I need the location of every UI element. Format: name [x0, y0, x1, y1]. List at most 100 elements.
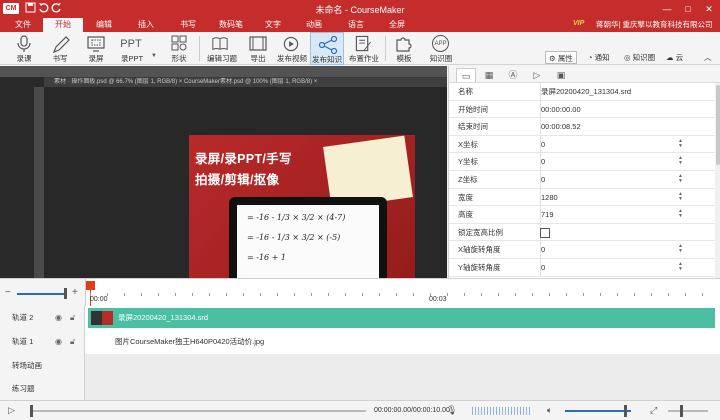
- edit-exercise-button[interactable]: 编辑习题: [203, 32, 241, 65]
- template-button[interactable]: 模板: [387, 32, 421, 65]
- menu-language[interactable]: 语言: [336, 18, 376, 32]
- play-icon[interactable]: ▷: [527, 68, 547, 82]
- volume-icon[interactable]: 🔈︎: [547, 405, 552, 416]
- property-row: 开始时间 00:00:00.00: [449, 100, 720, 119]
- embedded-app-toolbar: [0, 66, 447, 77]
- collapse-ribbon-chevron-icon[interactable]: ︿: [704, 51, 712, 64]
- property-value[interactable]: 719: [541, 206, 554, 223]
- property-key: Y轴旋转角度: [458, 263, 501, 272]
- spinner-arrows-icon[interactable]: ▲ ▼: [678, 156, 683, 166]
- property-value[interactable]: 录屏20200420_131304.srd: [541, 83, 631, 100]
- ruler-tick: [685, 293, 686, 296]
- menu-write[interactable]: 书写: [168, 18, 208, 32]
- tab-knowledge-circle[interactable]: ◎ 知识圈: [624, 51, 655, 64]
- lock-ratio-checkbox[interactable]: [540, 227, 550, 238]
- menu-start[interactable]: 开始: [43, 18, 83, 32]
- spinner-arrows-icon[interactable]: ▲ ▼: [678, 191, 683, 202]
- edit-doc-icon: [355, 35, 371, 52]
- maximize-icon[interactable]: □: [679, 1, 697, 17]
- menu-insert[interactable]: 插入: [126, 18, 166, 32]
- shape-button[interactable]: 形状: [162, 32, 196, 65]
- menu-fullscreen[interactable]: 全屏: [377, 18, 417, 32]
- user-account[interactable]: 蒋朝华| 重庆擎以教育科技有限公司: [596, 18, 713, 32]
- write-button[interactable]: 书写: [43, 32, 77, 65]
- property-row: 名称 录屏20200420_131304.srd: [449, 83, 720, 101]
- export-button[interactable]: 导出: [241, 32, 275, 65]
- track-name: 轨道 1: [12, 337, 34, 346]
- lock-icon[interactable]: 🔓︎: [70, 337, 75, 347]
- menu-text[interactable]: 文字: [253, 18, 293, 32]
- record-screen-button[interactable]: 录屏: [79, 32, 113, 65]
- publish-video-button[interactable]: 发布视频: [274, 32, 310, 65]
- volume-slider[interactable]: [565, 410, 631, 412]
- zoom-out-button[interactable]: −: [5, 287, 11, 298]
- video-clip[interactable]: 录屏20200420_131304.srd: [88, 308, 715, 328]
- spinner-arrows-icon[interactable]: ▲ ▼: [678, 174, 683, 184]
- microphone-icon[interactable]: 🎙︎: [446, 405, 457, 416]
- spinner-arrows-icon[interactable]: ▲ ▼: [678, 209, 683, 219]
- play-icon[interactable]: ▷: [8, 405, 15, 416]
- property-value[interactable]: 0: [541, 259, 545, 276]
- time-ruler[interactable]: 00:00 00:03: [85, 279, 720, 307]
- spinner-arrows-icon[interactable]: ▲ ▼: [678, 262, 683, 272]
- zoom-in-button[interactable]: +: [72, 287, 78, 298]
- playback-progress[interactable]: [30, 410, 366, 412]
- property-value[interactable]: 0: [541, 153, 545, 170]
- ruler-tick: [328, 293, 329, 296]
- knowledge-circle-button[interactable]: APP 知识圈: [424, 32, 458, 65]
- tab-properties[interactable]: ⚙ 属性: [545, 51, 577, 64]
- minimize-icon[interactable]: —: [658, 1, 676, 17]
- promo-line-2: 拍摄/剪辑/抠像: [195, 173, 280, 187]
- redo-icon[interactable]: [50, 2, 62, 14]
- eye-icon[interactable]: ◉: [55, 337, 62, 346]
- preview-canvas[interactable]: 素材 · 操作面板.psd @ 66.7% (图层 1, RGB/8) × Co…: [0, 66, 447, 278]
- attributes-icon[interactable]: ▭: [456, 68, 476, 82]
- publish-knowledge-button[interactable]: 发布知识: [310, 32, 344, 65]
- property-value[interactable]: 1280: [541, 189, 558, 206]
- tab-notifications[interactable]: ◔ 通知: [588, 51, 610, 64]
- track-body[interactable]: 录屏20200420_131304.srd: [85, 306, 720, 330]
- property-value[interactable]: 0: [541, 241, 545, 258]
- undo-icon[interactable]: [37, 2, 49, 14]
- menu-animation[interactable]: 动画: [294, 18, 334, 32]
- scrollbar-thumb[interactable]: [716, 85, 720, 165]
- eye-icon[interactable]: ◉: [55, 313, 62, 322]
- ruler-tick: [464, 293, 465, 296]
- track-body[interactable]: 图片CourseMaker独王H640P0420活动价.jpg: [85, 330, 720, 354]
- playback-progress-handle[interactable]: [30, 405, 33, 417]
- property-value[interactable]: 0: [541, 171, 545, 188]
- tab-cloud[interactable]: ☁ 云: [666, 51, 683, 64]
- assign-homework-button[interactable]: 布置作业: [346, 32, 382, 65]
- zoom-slider[interactable]: [17, 293, 65, 295]
- image-clip[interactable]: 图片CourseMaker独王H640P0420活动价.jpg: [115, 330, 264, 354]
- properties-scrollbar[interactable]: [715, 83, 720, 278]
- menu-edit[interactable]: 编辑: [84, 18, 124, 32]
- track-body[interactable]: [85, 378, 720, 400]
- playhead-marker[interactable]: [86, 281, 95, 290]
- spinner-arrows-icon[interactable]: ▲ ▼: [678, 244, 683, 254]
- record-lesson-button[interactable]: 录课: [7, 32, 41, 65]
- image-icon[interactable]: ▣: [551, 68, 571, 82]
- ppt-dropdown-chevron-down-icon[interactable]: ▼: [151, 53, 157, 59]
- spinner-arrows-icon[interactable]: ▲ ▼: [678, 138, 683, 149]
- property-value[interactable]: 0: [541, 136, 545, 153]
- size-slider[interactable]: [668, 410, 708, 412]
- save-icon[interactable]: [24, 2, 36, 14]
- size-slider-handle[interactable]: [680, 405, 683, 417]
- menu-file[interactable]: 文件: [3, 18, 43, 32]
- grid-icon[interactable]: ▦: [479, 68, 499, 82]
- volume-slider-handle[interactable]: [624, 405, 627, 417]
- lock-icon[interactable]: 🔓︎: [70, 313, 75, 323]
- record-ppt-button[interactable]: PPT 录PPT: [114, 32, 150, 65]
- menu-digital-pen[interactable]: 数码笔: [211, 18, 251, 32]
- close-icon[interactable]: ✕: [700, 1, 718, 17]
- ruler-tick: [651, 293, 652, 296]
- track-body[interactable]: [85, 354, 720, 378]
- text-icon[interactable]: Ⓐ: [503, 68, 523, 82]
- property-value[interactable]: 00:00:08.52: [541, 118, 581, 135]
- zoom-slider-handle[interactable]: [64, 288, 67, 299]
- fullscreen-icon[interactable]: ⤢: [650, 405, 657, 416]
- property-value[interactable]: 00:00:00.00: [541, 101, 581, 118]
- ribbon-toolbar: 录课 书写 录屏 PPT 录PPT ▼ 形状 编辑习题 导出 发布视频 发布知识…: [0, 32, 720, 65]
- audio-level: [472, 407, 532, 415]
